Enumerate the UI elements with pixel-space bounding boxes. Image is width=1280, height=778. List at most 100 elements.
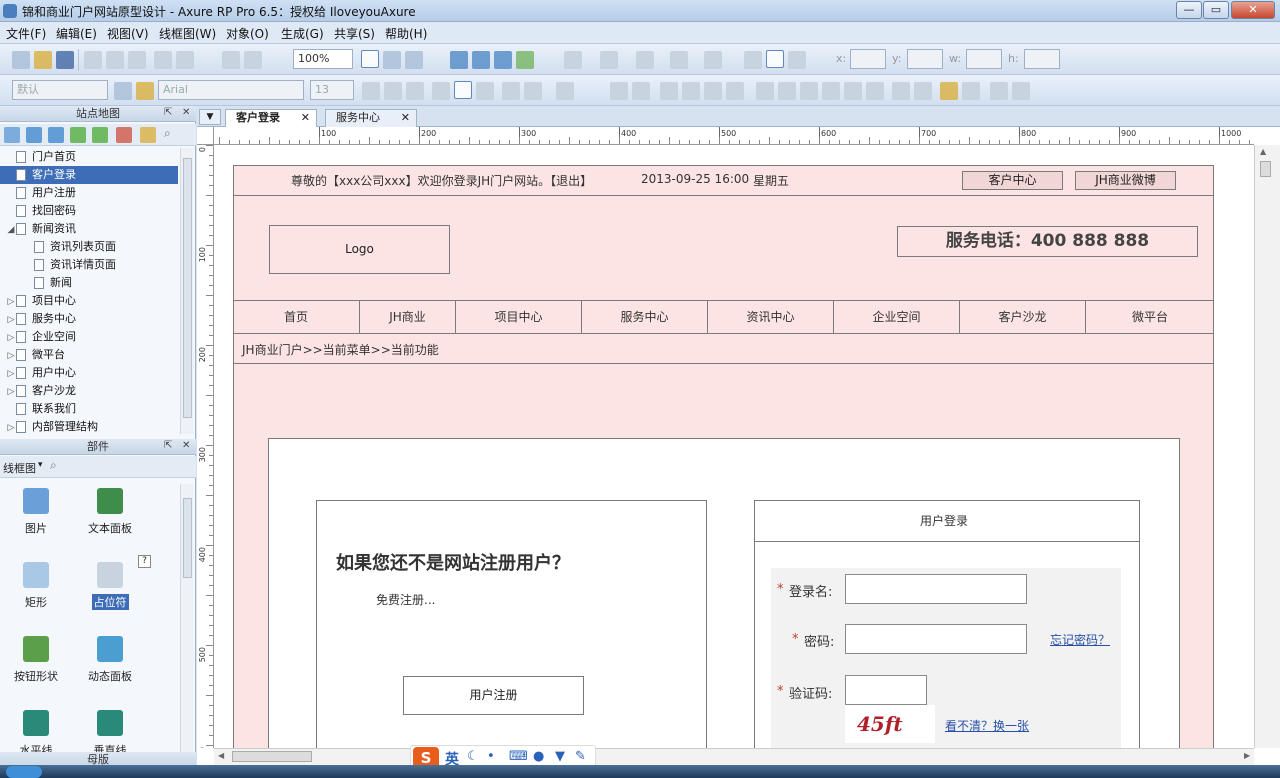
nav-item[interactable]: 资讯中心 (707, 301, 833, 333)
obj-align-middle-icon[interactable] (844, 82, 862, 100)
skin-icon[interactable]: ▼ (555, 749, 565, 764)
nav-item[interactable]: 项目中心 (455, 301, 581, 333)
obj-align-right-icon[interactable] (800, 82, 818, 100)
redo-icon[interactable] (176, 51, 194, 69)
canvas-horizontal-scrollbar[interactable]: ◀ ▶ (214, 748, 1254, 765)
sitemap-item[interactable]: 新闻 (0, 274, 178, 292)
italic-icon[interactable] (384, 82, 402, 100)
scroll-right-icon[interactable]: ▶ (1244, 751, 1250, 760)
dist-h-icon[interactable] (892, 82, 910, 100)
refresh-captcha-link[interactable]: 看不清？换一张 (945, 717, 1029, 734)
keyboard-icon[interactable]: ⌨ (509, 749, 528, 764)
widget-text-panel[interactable]: 文本面板 (70, 488, 150, 536)
text-align-right-icon[interactable] (476, 82, 494, 100)
widget-placeholder[interactable]: 占位符 (70, 562, 150, 610)
outdent-icon[interactable] (92, 127, 108, 143)
ungroup-icon[interactable] (472, 51, 490, 69)
widget-library-select[interactable]: 线框图 (3, 460, 36, 476)
register-sub[interactable]: 免费注册... (376, 591, 435, 608)
order2-icon[interactable] (682, 82, 700, 100)
line-color-icon[interactable] (600, 51, 618, 69)
sitemap-item[interactable]: ▷ 用户中心 (0, 364, 178, 382)
forgot-password-link[interactable]: 忘记密码？ (1050, 631, 1110, 648)
expand-arrow-icon[interactable]: ▷ (6, 311, 16, 329)
tab-customer-login[interactable]: 客户登录 ✕ (225, 109, 317, 127)
bring-front-icon[interactable] (494, 51, 512, 69)
y-field[interactable] (907, 49, 943, 69)
move-down-icon[interactable] (48, 127, 64, 143)
select-mode-icon[interactable] (361, 50, 379, 68)
scroll-up-icon[interactable]: ▲ (1260, 147, 1266, 156)
order4-icon[interactable] (726, 82, 744, 100)
bullet-icon[interactable] (502, 82, 520, 100)
paste-icon[interactable] (128, 51, 146, 69)
sitemap-item[interactable]: ▷ 内部管理结构 (0, 418, 178, 436)
menu-generate[interactable]: 生成(G) (281, 25, 324, 42)
expand-arrow-icon[interactable]: ▷ (6, 293, 16, 311)
search-icon[interactable]: ⌕ (50, 458, 57, 473)
zoom-select[interactable]: 100% (293, 49, 353, 69)
indent-icon[interactable] (70, 127, 86, 143)
captcha-input[interactable] (845, 675, 927, 705)
scroll-thumb[interactable] (1260, 161, 1271, 177)
sitemap-item[interactable]: ▷ 企业空间 (0, 328, 178, 346)
widget-rectangle[interactable]: 矩形 (0, 562, 76, 610)
widget-hline[interactable]: 水平线 (0, 710, 76, 754)
align-center-icon[interactable] (766, 50, 784, 68)
pin-icon[interactable]: ⇱ (164, 440, 172, 451)
add-page-icon[interactable] (4, 127, 20, 143)
unlock2-icon[interactable] (1012, 82, 1030, 100)
h-field[interactable] (1024, 49, 1060, 69)
line-width-icon[interactable] (636, 51, 654, 69)
format-brush-icon[interactable] (136, 82, 154, 100)
user-icon[interactable]: ● (533, 749, 544, 764)
nav-item[interactable]: 微平台 (1085, 301, 1214, 333)
move-up-icon[interactable] (26, 127, 42, 143)
font-size-select[interactable]: 13 (310, 80, 354, 100)
save-icon[interactable] (56, 51, 74, 69)
obj-align-left-icon[interactable] (756, 82, 774, 100)
copy-icon[interactable] (106, 51, 124, 69)
group-icon[interactable] (450, 51, 468, 69)
line-style-icon[interactable] (670, 51, 688, 69)
align-right-icon[interactable] (788, 51, 806, 69)
sitemap-scrollbar[interactable] (180, 148, 194, 434)
panel-close-icon[interactable]: ✕ (182, 107, 190, 118)
widgets-scrollbar[interactable] (180, 484, 194, 754)
obj-align-top-icon[interactable] (822, 82, 840, 100)
link-icon[interactable] (524, 82, 542, 100)
sitemap-item[interactable]: 门户首页 (0, 148, 178, 166)
lock-pos-icon[interactable] (940, 82, 958, 100)
start-button[interactable] (6, 766, 42, 778)
sitemap-item[interactable]: 找回密码 (0, 202, 178, 220)
format-painter-icon[interactable] (222, 51, 240, 69)
font-select[interactable]: Arial (158, 80, 304, 100)
nav-item[interactable]: 客户沙龙 (959, 301, 1085, 333)
expand-arrow-icon[interactable]: ▷ (6, 383, 16, 401)
close-icon[interactable]: ✕ (301, 110, 310, 126)
sitemap-item[interactable]: ▷ 服务中心 (0, 310, 178, 328)
punctuation-icon[interactable]: • (487, 749, 495, 764)
sitemap-item[interactable]: ▷ 客户沙龙 (0, 382, 178, 400)
align-left-icon[interactable] (744, 51, 762, 69)
sitemap-item[interactable]: 联系我们 (0, 400, 178, 418)
username-input[interactable] (845, 574, 1027, 604)
style-edit-icon[interactable] (114, 82, 132, 100)
sitemap-item[interactable]: 用户注册 (0, 184, 178, 202)
x-field[interactable] (850, 49, 886, 69)
arrow-style-icon[interactable] (704, 51, 722, 69)
send-back-icon[interactable] (516, 51, 534, 69)
maximize-button[interactable]: ▭ (1203, 1, 1229, 19)
connector-icon[interactable] (244, 51, 262, 69)
page-props-icon[interactable] (140, 127, 156, 143)
w-field[interactable] (966, 49, 1002, 69)
moon-icon[interactable]: ☾ (467, 749, 479, 764)
delete-page-icon[interactable] (116, 127, 132, 143)
style-select[interactable]: 默认 (12, 80, 108, 100)
expand-arrow-icon[interactable]: ▷ (6, 347, 16, 365)
canvas-vertical-scrollbar[interactable]: ▲ (1254, 145, 1280, 748)
help-icon[interactable]: ? (138, 555, 151, 568)
order3-icon[interactable] (704, 82, 722, 100)
sitemap-item[interactable]: ◢ 新闻资讯 (0, 220, 178, 238)
undo-icon[interactable] (154, 51, 172, 69)
